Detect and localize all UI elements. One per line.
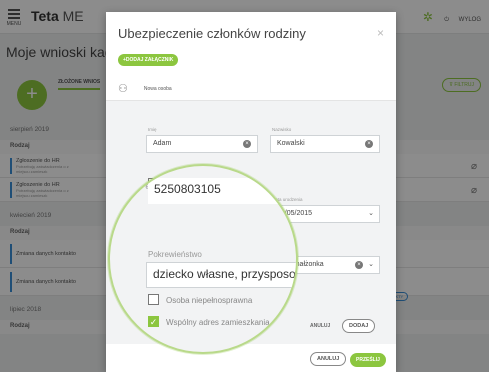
new-person-row[interactable]: ⚇ Nowa osoba <box>118 82 172 95</box>
shared-address-label: Wspólny adres zamieszkania <box>166 318 270 327</box>
disabled-person-label: Osoba niepełnosprawna <box>166 296 253 305</box>
first-name-field[interactable]: Adam × <box>146 135 258 153</box>
chevron-down-icon: ⌄ <box>368 210 374 217</box>
pesel-field[interactable]: 5250803105 <box>148 178 296 204</box>
add-person-icon: ⚇ <box>118 83 128 95</box>
first-name-label: Imię <box>148 127 157 132</box>
close-icon[interactable]: × <box>377 26 384 40</box>
disabled-person-checkbox[interactable] <box>148 294 159 305</box>
cancel-button[interactable]: ANULUJ <box>310 352 347 366</box>
clear-icon[interactable]: × <box>243 140 251 148</box>
shared-address-checkbox[interactable]: ✓ <box>148 316 159 327</box>
add-person-button[interactable]: DODAJ <box>342 319 376 333</box>
dialog-title: Ubezpieczenie członków rodziny <box>118 26 306 41</box>
dialog-footer: ANULUJ PRZEŚLIJ <box>106 344 396 372</box>
submit-button[interactable]: PRZEŚLIJ <box>350 353 386 367</box>
last-name-label: Nazwisko <box>272 127 292 132</box>
add-attachment-button[interactable]: +DODAJ ZAŁĄCZNIK <box>118 54 179 66</box>
chevron-down-icon: ⌄ <box>368 261 374 268</box>
last-name-field[interactable]: Kowalski × <box>270 135 380 153</box>
relation-label: Pokrewieństwo <box>148 250 202 259</box>
clear-icon[interactable]: × <box>365 140 373 148</box>
relation-field[interactable]: dziecko własne, przysposobion <box>146 262 296 288</box>
magnifier-lens: Pesel 5250803105 Pokrewieństwo dziecko w… <box>108 164 298 354</box>
clear-icon[interactable]: × <box>355 261 363 269</box>
cancel-person-button[interactable]: ANULUJ <box>310 323 330 329</box>
